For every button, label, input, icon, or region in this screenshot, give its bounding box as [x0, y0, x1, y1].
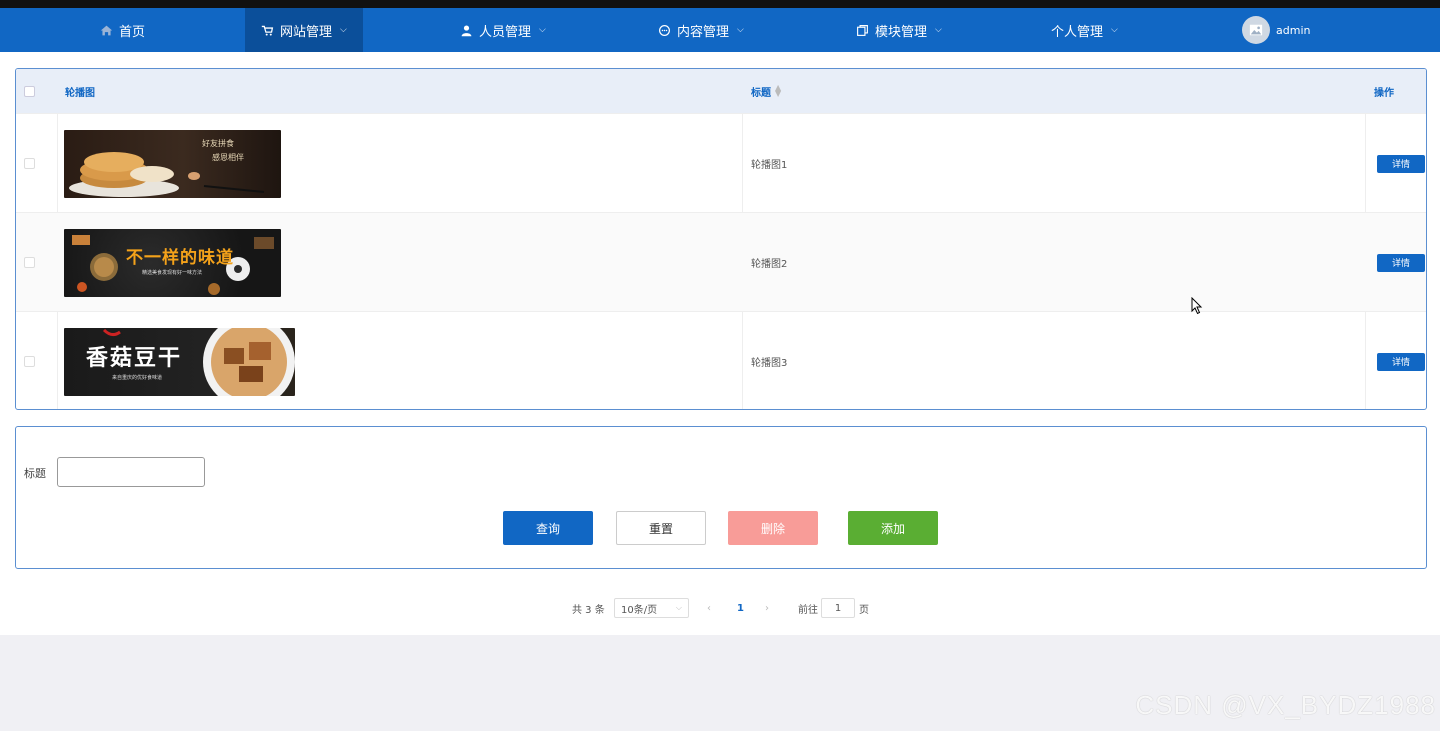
- pagination-total: 共 3 条: [572, 604, 605, 616]
- nav-item-personal[interactable]: 个人管理 ⌵: [1051, 8, 1118, 52]
- banner-caption: 不一样的味道: [126, 247, 234, 268]
- chevron-down-icon: ⌵: [935, 25, 942, 35]
- username: admin: [1276, 23, 1311, 37]
- page-size-select[interactable]: 10条/页 ⌵: [614, 598, 689, 618]
- column-header-action: 操作: [1374, 87, 1394, 99]
- nav-item-label: 首页: [119, 24, 146, 40]
- banner-image: 好友拼食 感恩相伴: [64, 129, 281, 198]
- nav-item-home[interactable]: 首页: [100, 8, 145, 52]
- next-page-icon[interactable]: ›: [765, 598, 769, 618]
- banner-caption: 感恩相伴: [212, 152, 244, 162]
- page-suffix: 页: [859, 604, 869, 616]
- table-row: 不一样的味道 精选美食发现有好一味方法 轮播图2 详情: [16, 212, 1426, 312]
- mouse-cursor-icon: [1191, 297, 1203, 315]
- page-size-value: 10条/页: [621, 604, 658, 616]
- row-checkbox[interactable]: [24, 312, 35, 409]
- row-title: 轮播图2: [751, 259, 788, 270]
- nav-item-label: 内容管理: [677, 24, 730, 40]
- prev-page-icon[interactable]: ‹: [707, 598, 711, 618]
- table-header: 轮播图 标题 ▲ ▼ 操作: [16, 69, 1426, 113]
- detail-button-cell: 详情: [1377, 312, 1425, 409]
- add-button[interactable]: 添加: [848, 511, 938, 545]
- cart-icon: [261, 25, 274, 36]
- pagination: 共 3 条 10条/页 ⌵ ‹ 1 › 前往 1 页: [0, 598, 1440, 618]
- copy-icon: [857, 24, 868, 36]
- chevron-down-icon: ⌵: [737, 25, 744, 35]
- banner-image-cell: 好友拼食 感恩相伴: [64, 114, 281, 213]
- column-header-image: 轮播图: [65, 87, 95, 99]
- top-navbar: 首页 网站管理 ⌵ 人员管理 ⌵ 内容管理 ⌵ 模块管理 ⌵ 个人管理 ⌵ ad…: [0, 8, 1440, 52]
- watermark: CSDN @VX_BYDZ1988: [1135, 690, 1436, 720]
- banner-caption: 香菇豆干: [86, 345, 183, 371]
- reset-button[interactable]: 重置: [616, 511, 706, 545]
- chevron-down-icon: ⌵: [675, 603, 682, 612]
- window-top-strip: [0, 0, 1440, 8]
- detail-button-cell: 详情: [1377, 114, 1425, 213]
- nav-item-module[interactable]: 模块管理 ⌵: [856, 8, 942, 52]
- select-all-checkbox[interactable]: [24, 69, 35, 113]
- table-row: 好友拼食 感恩相伴 轮播图1 详情: [16, 113, 1426, 213]
- title-filter-label: 标题: [24, 467, 46, 480]
- nav-item-label: 模块管理: [875, 24, 928, 40]
- user-menu[interactable]: admin: [1242, 8, 1310, 52]
- banner-caption: 来自重庆的优好食味道: [112, 374, 163, 381]
- user-icon: [461, 24, 472, 36]
- chat-icon: [659, 24, 670, 36]
- row-title: 轮播图3: [751, 358, 788, 369]
- chevron-down-icon: ⌵: [1111, 25, 1118, 35]
- column-header-title-label: 标题: [751, 87, 771, 99]
- home-icon: [100, 25, 113, 35]
- delete-button[interactable]: 删除: [728, 511, 818, 545]
- column-header-title[interactable]: 标题 ▲ ▼: [751, 69, 781, 113]
- detail-button[interactable]: 详情: [1377, 253, 1425, 272]
- title-filter-input[interactable]: [57, 457, 205, 487]
- nav-item-content[interactable]: 内容管理 ⌵: [658, 8, 744, 52]
- query-button[interactable]: 查询: [503, 511, 593, 545]
- nav-item-personnel[interactable]: 人员管理 ⌵: [460, 8, 546, 52]
- search-panel: 标题 查询 重置 删除 添加: [15, 426, 1427, 569]
- banner-image-cell: 不一样的味道 精选美食发现有好一味方法: [64, 213, 281, 312]
- current-page[interactable]: 1: [737, 598, 744, 618]
- detail-button[interactable]: 详情: [1377, 154, 1425, 173]
- detail-button-cell: 详情: [1377, 213, 1425, 312]
- row-checkbox[interactable]: [24, 213, 35, 312]
- nav-item-website[interactable]: 网站管理 ⌵: [245, 8, 363, 52]
- avatar: [1242, 16, 1270, 44]
- image-placeholder-icon: [1249, 24, 1263, 36]
- goto-label: 前往: [798, 604, 818, 616]
- nav-item-label: 网站管理: [280, 24, 333, 40]
- banner-image: 香菇豆干 来自重庆的优好食味道: [64, 327, 295, 396]
- row-checkbox[interactable]: [24, 114, 35, 213]
- nav-item-label: 人员管理: [479, 24, 532, 40]
- nav-item-label: 个人管理: [1051, 24, 1104, 40]
- chevron-down-icon: ⌵: [340, 25, 347, 35]
- banner-caption: 好友拼食: [202, 138, 234, 148]
- sort-icon[interactable]: ▲ ▼: [775, 84, 781, 98]
- table-row: 香菇豆干 来自重庆的优好食味道 轮播图3 详情: [16, 311, 1426, 409]
- banner-table: 轮播图 标题 ▲ ▼ 操作 好友拼食 感恩相伴 轮播图1 详情 不一样的味道 精…: [15, 68, 1427, 410]
- detail-button[interactable]: 详情: [1377, 352, 1425, 371]
- banner-image: 不一样的味道 精选美食发现有好一味方法: [64, 228, 281, 297]
- banner-image-cell: 香菇豆干 来自重庆的优好食味道: [64, 312, 295, 409]
- chevron-down-icon: ⌵: [539, 25, 546, 35]
- goto-page-input[interactable]: 1: [821, 598, 855, 618]
- banner-caption: 精选美食发现有好一味方法: [142, 269, 203, 276]
- row-title: 轮播图1: [751, 160, 788, 171]
- main-content: 轮播图 标题 ▲ ▼ 操作 好友拼食 感恩相伴 轮播图1 详情 不一样的味道 精…: [0, 52, 1440, 635]
